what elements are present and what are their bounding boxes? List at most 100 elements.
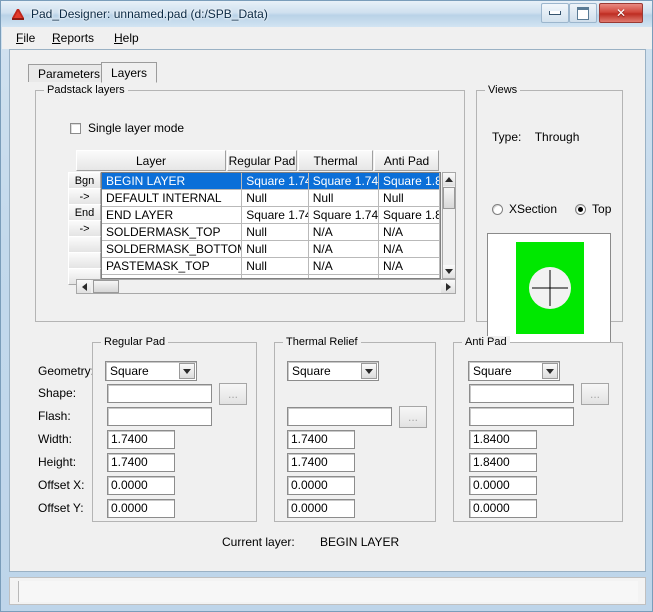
maximize-icon xyxy=(570,4,596,22)
title-bar: Pad_Designer: unnamed.pad (d:/SPB_Data) … xyxy=(1,1,652,27)
column-header-regular-pad[interactable]: Regular Pad xyxy=(227,150,297,171)
regular-pad-geometry-select[interactable]: Square xyxy=(105,361,197,381)
row-header-buttons: Bgn -> End -> xyxy=(68,172,101,285)
regular-pad-shape-browse-button[interactable]: ... xyxy=(219,383,247,405)
menu-bar: File Reports Help xyxy=(2,27,652,49)
tab-layers[interactable]: Layers xyxy=(101,62,158,83)
view-mode-radio-group: XSection Top xyxy=(492,202,611,216)
row-button-next2[interactable]: -> xyxy=(68,220,101,237)
anti-pad-height-input[interactable]: 1.8400 xyxy=(469,453,537,472)
thermal-relief-flash-input[interactable] xyxy=(287,407,392,426)
table-row[interactable]: SOLDERMASK_BOTTOM Null N/A N/A xyxy=(102,241,440,258)
row-button-bgn[interactable]: Bgn xyxy=(68,172,101,189)
cell-thermal: N/A xyxy=(309,224,380,240)
cell-anti: Null xyxy=(379,190,440,206)
cell-anti: N/A xyxy=(379,241,440,257)
tab-parameters[interactable]: Parameters xyxy=(28,64,111,83)
view-type-row: Type: Through xyxy=(492,130,579,144)
single-layer-mode-checkbox[interactable]: Single layer mode xyxy=(70,121,184,135)
menu-file[interactable]: File xyxy=(10,30,41,46)
radio-xsection[interactable]: XSection xyxy=(492,202,557,216)
views-title: Views xyxy=(485,84,521,96)
label-width: Width: xyxy=(38,432,73,446)
cell-thermal: N/A xyxy=(309,241,380,257)
regular-pad-height-input[interactable]: 1.7400 xyxy=(107,453,175,472)
chevron-down-icon xyxy=(361,363,377,379)
cell-regular: Square 1.7400 xyxy=(242,207,309,223)
regular-pad-flash-input[interactable] xyxy=(107,407,212,426)
client-area: Parameters Layers Padstack layers Single… xyxy=(9,49,646,572)
anti-pad-flash-input[interactable] xyxy=(469,407,574,426)
regular-pad-title: Regular Pad xyxy=(101,336,169,348)
maximize-button[interactable] xyxy=(569,3,597,23)
chevron-down-icon xyxy=(179,363,195,379)
thermal-relief-offset-y-input[interactable]: 0.0000 xyxy=(287,499,355,518)
scroll-down-button[interactable] xyxy=(443,265,455,278)
table-row[interactable]: END LAYER Square 1.7400 Square 1.7400 Sq… xyxy=(102,207,440,224)
cell-layer: END LAYER xyxy=(102,207,243,223)
pad-preview-canvas[interactable] xyxy=(487,233,611,343)
close-button[interactable]: ✕ xyxy=(599,3,643,23)
regular-pad-offset-x-input[interactable]: 0.0000 xyxy=(107,476,175,495)
label-offset-y: Offset Y: xyxy=(38,501,84,515)
menu-reports[interactable]: Reports xyxy=(46,30,100,46)
thermal-relief-geometry-select[interactable]: Square xyxy=(287,361,379,381)
regular-pad-offset-y-input[interactable]: 0.0000 xyxy=(107,499,175,518)
checkbox-box xyxy=(70,122,81,134)
cell-regular: Null xyxy=(242,190,309,206)
row-button-blank1[interactable] xyxy=(68,236,101,253)
padstack-layers-title: Padstack layers xyxy=(44,84,128,96)
regular-pad-shape-input[interactable] xyxy=(107,384,212,403)
scroll-left-button[interactable] xyxy=(77,280,91,293)
radio-top[interactable]: Top xyxy=(575,202,611,216)
table-row[interactable]: BEGIN LAYER Square 1.7400 Square 1.7400 … xyxy=(102,173,440,190)
thermal-relief-width-input[interactable]: 1.7400 xyxy=(287,430,355,449)
anti-pad-offset-y-input[interactable]: 0.0000 xyxy=(469,499,537,518)
thermal-relief-height-input[interactable]: 1.7400 xyxy=(287,453,355,472)
radio-button xyxy=(492,203,503,215)
row-button-end[interactable]: End xyxy=(68,204,101,221)
current-layer-label: Current layer: xyxy=(222,535,295,549)
layers-grid: BEGIN LAYER Square 1.7400 Square 1.7400 … xyxy=(101,172,441,279)
view-type-value: Through xyxy=(534,130,580,144)
anti-pad-width-input[interactable]: 1.8400 xyxy=(469,430,537,449)
row-button-next1[interactable]: -> xyxy=(68,188,101,205)
view-type-label: Type: xyxy=(492,130,522,144)
column-header-anti-pad[interactable]: Anti Pad xyxy=(374,150,439,171)
thermal-relief-geometry-value: Square xyxy=(292,364,331,378)
row-button-blank2[interactable] xyxy=(68,252,101,269)
table-row[interactable]: PASTEMASK_TOP Null N/A N/A xyxy=(102,258,440,275)
column-header-thermal-relief[interactable]: Thermal Relief xyxy=(298,150,373,188)
cell-thermal: Null xyxy=(309,190,380,206)
scroll-up-button[interactable] xyxy=(443,173,455,186)
menu-help[interactable]: Help xyxy=(108,30,145,46)
window-title: Pad_Designer: unnamed.pad (d:/SPB_Data) xyxy=(31,7,268,21)
label-height: Height: xyxy=(38,455,77,469)
scroll-right-button[interactable] xyxy=(441,280,455,293)
cell-anti: Square 1.8400 xyxy=(379,173,440,189)
anti-pad-shape-browse-button[interactable]: ... xyxy=(581,383,609,405)
thermal-relief-browse-button[interactable]: ... xyxy=(399,406,427,428)
table-horizontal-scrollbar[interactable] xyxy=(76,279,456,294)
table-vertical-scrollbar[interactable] xyxy=(442,172,456,279)
thermal-relief-offset-x-input[interactable]: 0.0000 xyxy=(287,476,355,495)
table-row[interactable]: DEFAULT INTERNAL Null Null Null xyxy=(102,190,440,207)
vertical-scroll-thumb[interactable] xyxy=(443,187,455,209)
horizontal-scroll-thumb[interactable] xyxy=(93,280,119,293)
cell-anti: N/A xyxy=(379,224,440,240)
pad-shape xyxy=(516,242,584,334)
regular-pad-width-input[interactable]: 1.7400 xyxy=(107,430,175,449)
column-header-layer[interactable]: Layer xyxy=(76,150,226,171)
cell-regular: Square 1.7400 xyxy=(242,173,309,189)
anti-pad-title: Anti Pad xyxy=(462,336,510,348)
chevron-down-icon xyxy=(445,269,453,274)
thermal-relief-title: Thermal Relief xyxy=(283,336,361,348)
minimize-button[interactable] xyxy=(541,3,569,23)
radio-xsection-label: XSection xyxy=(509,202,558,216)
anti-pad-geometry-select[interactable]: Square xyxy=(468,361,560,381)
anti-pad-offset-x-input[interactable]: 0.0000 xyxy=(469,476,537,495)
cell-thermal: Square 1.7400 xyxy=(309,173,380,189)
table-row[interactable]: SOLDERMASK_TOP Null N/A N/A xyxy=(102,224,440,241)
anti-pad-shape-input[interactable] xyxy=(469,384,574,403)
radio-top-label: Top xyxy=(592,202,612,216)
